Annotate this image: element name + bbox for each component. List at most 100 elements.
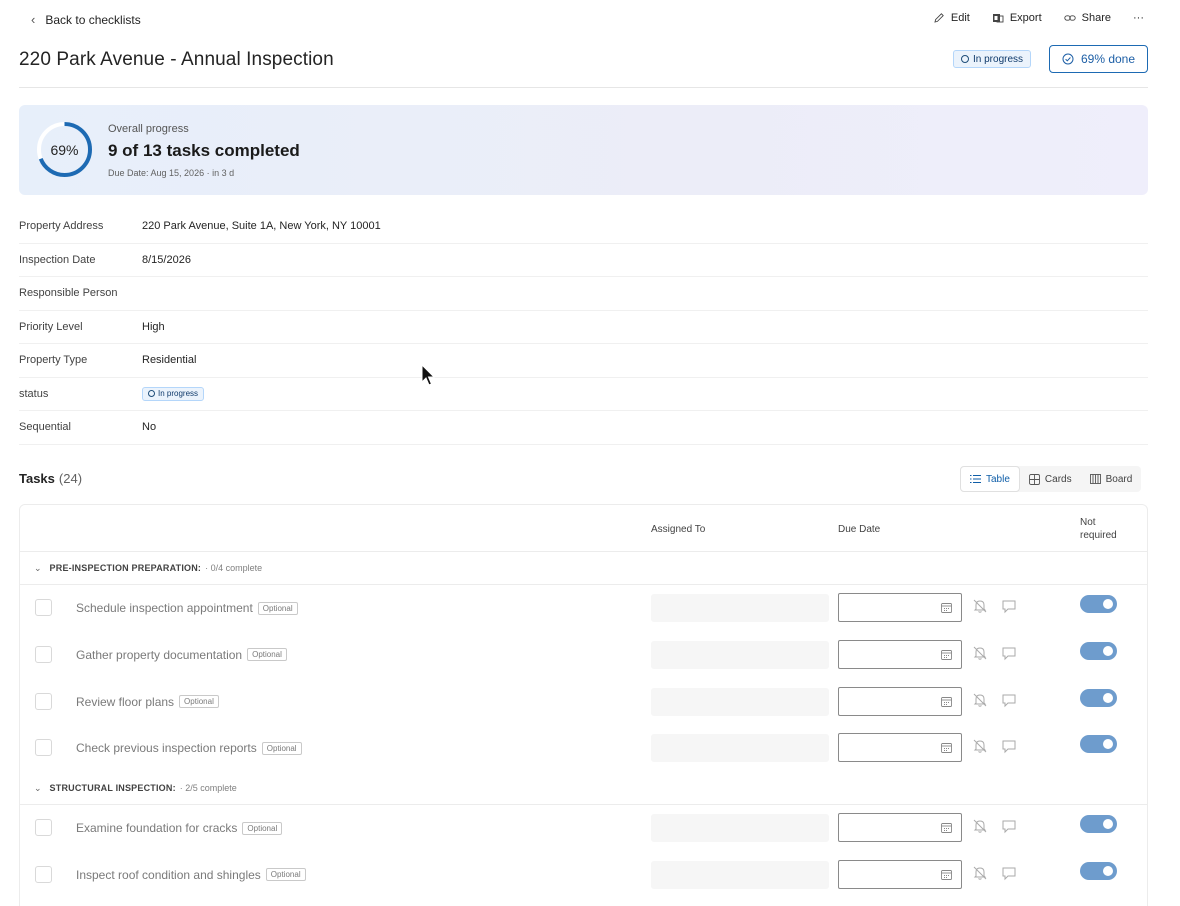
not-required-toggle[interactable] — [1080, 735, 1117, 754]
tasks-count: (24) — [58, 471, 83, 486]
task-checkbox[interactable] — [35, 819, 52, 837]
task-title: Gather property documentation — [76, 647, 243, 662]
calendar-icon — [941, 823, 952, 834]
task-title: Check previous inspection reports — [76, 741, 257, 756]
property-row-responsible-person: Responsible Person — [19, 277, 1148, 311]
due-date-input[interactable] — [838, 859, 962, 889]
chevron-down-icon: ⌄ — [34, 562, 42, 573]
assignee-picker[interactable] — [651, 734, 829, 763]
property-value: 8/15/2026 — [142, 253, 191, 266]
page-title: 220 Park Avenue - Annual Inspection — [19, 49, 334, 70]
header-actions: Edit Export Share ··· — [933, 12, 1144, 24]
property-value: In progress — [142, 386, 205, 401]
grid-icon — [1028, 473, 1040, 485]
task-title: Review floor plans — [76, 694, 175, 709]
tasks-heading: Tasks (24) — [19, 471, 82, 486]
table-header: Assigned To Due Date Not required — [20, 505, 1147, 552]
comment-icon[interactable] — [1001, 865, 1017, 881]
due-date-input[interactable] — [838, 813, 962, 843]
task-checkbox[interactable] — [35, 739, 52, 757]
list-icon — [970, 475, 981, 483]
group-name: STRUCTURAL INSPECTION: — [49, 783, 176, 794]
edit-button[interactable]: Edit — [933, 12, 970, 24]
assignee-picker[interactable] — [651, 640, 829, 669]
view-switcher: Table Cards Board — [960, 466, 1142, 492]
property-key: status — [19, 387, 49, 400]
progress-summary: 9 of 13 tasks completed — [108, 141, 300, 160]
progress-label: Overall progress — [108, 123, 189, 135]
property-row-sequential: Sequential No — [19, 411, 1148, 445]
property-key: Sequential — [19, 421, 71, 434]
column-not-required-line1: Not — [1080, 517, 1096, 528]
table-row: Review floor plans Optional — [20, 679, 1147, 726]
property-value: High — [142, 320, 165, 333]
pencil-icon — [934, 13, 944, 23]
due-date-input[interactable] — [838, 733, 962, 763]
assignee-picker[interactable] — [651, 594, 829, 622]
comment-icon[interactable] — [1001, 598, 1017, 614]
due-date-input[interactable] — [838, 686, 962, 716]
chevron-left-icon: ‹ — [31, 12, 36, 27]
property-key: Property Address — [19, 220, 104, 233]
link-icon — [1063, 15, 1076, 21]
comment-icon[interactable] — [1001, 692, 1017, 708]
comment-icon[interactable] — [1001, 818, 1017, 834]
bell-off-icon[interactable] — [972, 692, 988, 708]
share-button[interactable]: Share — [1063, 12, 1111, 24]
edit-label: Edit — [950, 12, 970, 24]
due-date-input[interactable] — [838, 639, 962, 669]
export-label: Export — [1009, 12, 1042, 24]
assignee-picker[interactable] — [651, 814, 829, 843]
not-required-toggle[interactable] — [1080, 815, 1117, 834]
progress-percent: 69% — [50, 141, 79, 158]
group-header-structural[interactable]: ⌄ STRUCTURAL INSPECTION: · 2/5 complete — [20, 772, 1147, 806]
group-count: · 2/5 complete — [179, 783, 237, 794]
bell-off-icon[interactable] — [972, 645, 988, 661]
optional-badge: Optional — [242, 821, 283, 835]
view-board-button[interactable]: Board — [1081, 466, 1142, 492]
view-cards-label: Cards — [1044, 473, 1072, 485]
not-required-toggle[interactable] — [1080, 688, 1117, 707]
group-header-pre-inspection[interactable]: ⌄ PRE-INSPECTION PREPARATION: · 0/4 comp… — [20, 552, 1147, 585]
back-to-checklists-link[interactable]: ‹ Back to checklists — [31, 12, 141, 27]
property-key: Inspection Date — [19, 253, 96, 266]
more-options-button[interactable]: ··· — [1133, 12, 1144, 24]
view-cards-button[interactable]: Cards — [1020, 466, 1081, 492]
comment-icon[interactable] — [1001, 738, 1017, 754]
bell-off-icon[interactable] — [972, 865, 988, 881]
property-key: Priority Level — [19, 320, 83, 333]
not-required-toggle[interactable] — [1080, 595, 1117, 613]
assignee-picker[interactable] — [651, 860, 829, 889]
calendar-icon — [941, 743, 952, 754]
bell-off-icon[interactable] — [972, 738, 988, 754]
table-row: Inspect roof condition and shingles Optio… — [20, 852, 1147, 899]
task-checkbox[interactable] — [35, 692, 52, 710]
mouse-cursor-icon — [421, 364, 436, 386]
table-row: Gather property documentation Optional — [20, 632, 1147, 679]
bell-off-icon[interactable] — [972, 818, 988, 834]
assignee-picker[interactable] — [651, 687, 829, 716]
property-row-status: status In progress — [19, 378, 1148, 411]
export-button[interactable]: Export — [992, 12, 1042, 24]
tasks-table: Assigned To Due Date Not required ⌄ PRE-… — [19, 504, 1148, 906]
percent-done-button[interactable]: 69% done — [1049, 45, 1148, 73]
task-checkbox[interactable] — [35, 865, 52, 883]
not-required-toggle[interactable] — [1080, 861, 1117, 880]
calendar-icon — [941, 870, 952, 880]
bell-off-icon[interactable] — [972, 598, 988, 614]
status-label: In progress — [158, 389, 199, 399]
task-checkbox[interactable] — [35, 599, 52, 616]
task-name: Examine foundation for cracks Optional — [76, 821, 283, 835]
comment-icon[interactable] — [1001, 645, 1017, 661]
top-bar: ‹ Back to checklists Edit Export Share ·… — [0, 0, 1180, 40]
view-table-button[interactable]: Table — [960, 466, 1020, 492]
task-name: Review floor plans Optional — [76, 695, 219, 709]
not-required-toggle[interactable] — [1080, 641, 1117, 660]
due-date-input[interactable] — [838, 593, 962, 622]
chevron-down-icon: ⌄ — [34, 782, 42, 793]
task-checkbox[interactable] — [35, 645, 52, 663]
export-icon — [992, 14, 1004, 23]
tasks-title: Tasks — [19, 471, 55, 486]
task-name: Schedule inspection appointment Optional — [76, 601, 298, 615]
status-badge: In progress — [953, 50, 1032, 68]
